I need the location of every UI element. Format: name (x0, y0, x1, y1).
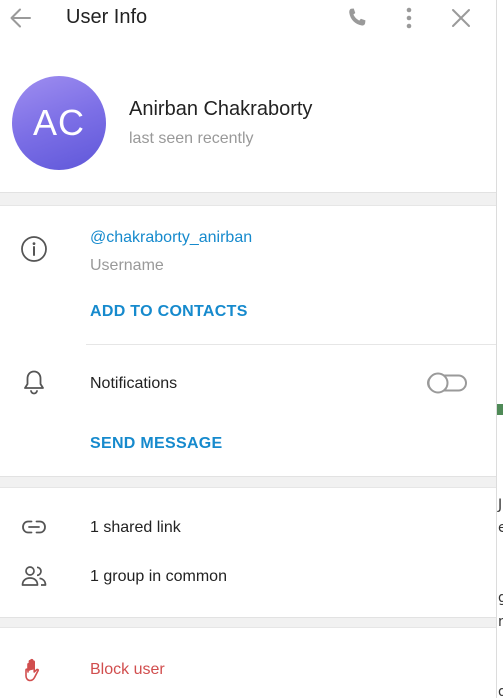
more-vertical-icon (406, 7, 412, 29)
background-glyph: e (498, 520, 503, 536)
background-glyph: g (498, 590, 503, 606)
shared-links-item[interactable]: 1 shared link (90, 519, 181, 537)
divider (86, 344, 496, 345)
close-button[interactable] (448, 5, 474, 31)
user-name: Anirban Chakraborty (129, 98, 313, 120)
more-options-button[interactable] (396, 5, 422, 31)
avatar[interactable]: AC (12, 76, 106, 170)
avatar-initials: AC (32, 102, 85, 143)
block-user-button[interactable]: Block user (90, 661, 165, 679)
notifications-toggle[interactable] (427, 372, 467, 394)
link-icon (22, 520, 46, 534)
call-button[interactable] (344, 5, 370, 31)
notifications-label: Notifications (90, 375, 178, 392)
info-section: @chakraborty_anirban Username ADD TO CON… (0, 205, 496, 477)
bell-icon (24, 370, 44, 395)
background-glyph: n (498, 614, 503, 630)
page-title: User Info (66, 6, 148, 28)
groups-in-common-item[interactable]: 1 group in common (90, 568, 227, 586)
back-button[interactable] (8, 5, 34, 31)
block-section: Block user (0, 627, 496, 698)
add-to-contacts-button[interactable]: ADD TO CONTACTS (90, 303, 248, 321)
shared-media-section: 1 shared link 1 group in common (0, 487, 496, 618)
background-window-edge: J e g n d (496, 0, 503, 698)
username-link[interactable]: @chakraborty_anirban (90, 229, 252, 247)
background-glyph: J (498, 497, 503, 513)
background-glyph: d (498, 684, 503, 698)
close-icon (452, 9, 470, 27)
username-caption: Username (90, 257, 164, 274)
phone-icon (349, 8, 366, 26)
profile-section: User Info AC Anirban Chakraborty last se… (0, 0, 496, 193)
background-accent-bar (497, 404, 503, 415)
last-seen-status: last seen recently (129, 130, 254, 147)
hand-stop-icon (25, 658, 39, 682)
arrow-left-icon (10, 8, 31, 28)
send-message-button[interactable]: SEND MESSAGE (90, 435, 223, 453)
user-info-panel: User Info AC Anirban Chakraborty last se… (0, 0, 496, 698)
info-icon (21, 236, 47, 262)
group-icon (21, 566, 47, 586)
